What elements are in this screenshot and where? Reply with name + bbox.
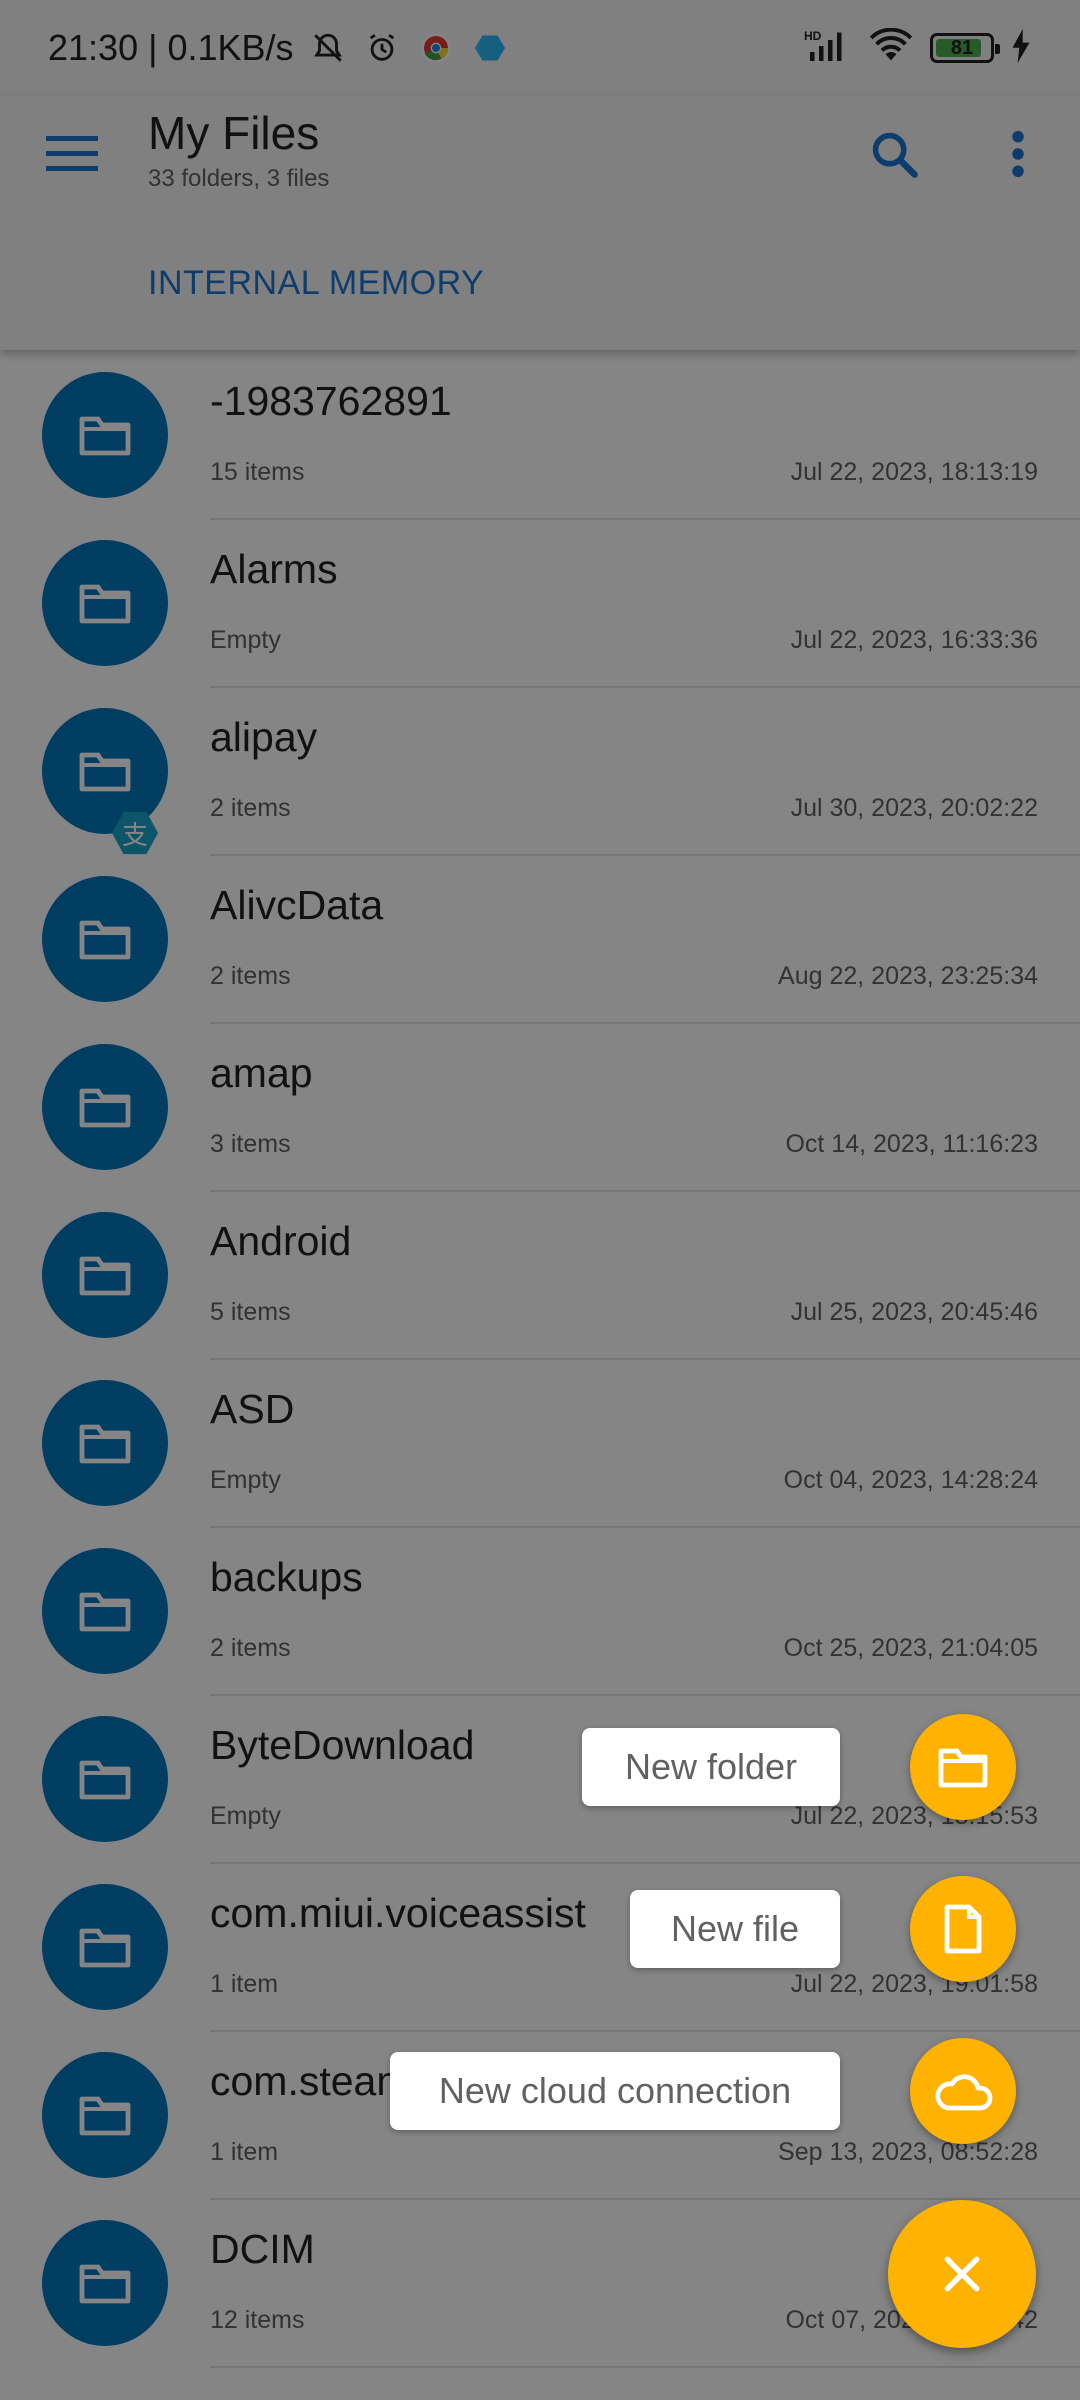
file-icon: [944, 1904, 982, 1954]
new-cloud-connection-button[interactable]: [910, 2038, 1016, 2144]
cloud-icon: [935, 2074, 993, 2111]
close-icon: [944, 2256, 980, 2292]
folder-icon: [938, 1748, 988, 1788]
dim-overlay[interactable]: [0, 0, 1080, 2400]
new-cloud-connection-label[interactable]: New cloud connection: [390, 2052, 840, 2130]
new-file-label[interactable]: New file: [630, 1890, 840, 1968]
new-folder-label[interactable]: New folder: [582, 1728, 840, 1806]
new-folder-button[interactable]: [910, 1714, 1016, 1820]
close-fab-button[interactable]: [888, 2200, 1036, 2348]
new-file-button[interactable]: [910, 1876, 1016, 1982]
